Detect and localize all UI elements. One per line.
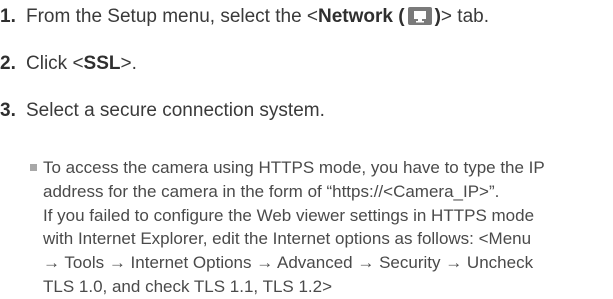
step-number: 2. (0, 53, 16, 74)
instruction-page: 1. From the Setup menu, select the <Netwo… (0, 0, 613, 296)
step-text: Select a secure connection system. (26, 100, 325, 121)
network-tab-label: Network ( (318, 6, 405, 27)
note-block: To access the camera using HTTPS mode, y… (30, 156, 613, 299)
note-line: with Internet Explorer, edit the Interne… (43, 229, 532, 249)
note-line: → Tools → Internet Options → Advanced → … (43, 253, 534, 273)
step-text: From the Setup menu, select the < (26, 6, 319, 27)
step-3: 3. Select a secure connection system. (0, 100, 325, 122)
step-1: 1. From the Setup menu, select the <Netwo… (0, 6, 489, 28)
step-number: 1. (0, 6, 16, 27)
note-line: If you failed to configure the Web viewe… (43, 205, 535, 225)
ssl-label: SSL (83, 53, 121, 74)
step-text: Click < (26, 53, 84, 74)
note-line: address for the camera in the form of “h… (43, 181, 500, 201)
step-number: 3. (0, 100, 16, 121)
note-bullet-icon (30, 164, 37, 171)
note-line: TLS 1.0, and check TLS 1.1, TLS 1.2> (43, 276, 333, 296)
step-text-end: > tab. (440, 6, 489, 27)
network-monitor-icon (407, 7, 432, 25)
step-2: 2. Click <SSL>. (0, 53, 137, 75)
step-text-end: >. (120, 53, 137, 74)
note-line: To access the camera using HTTPS mode, y… (43, 158, 545, 177)
